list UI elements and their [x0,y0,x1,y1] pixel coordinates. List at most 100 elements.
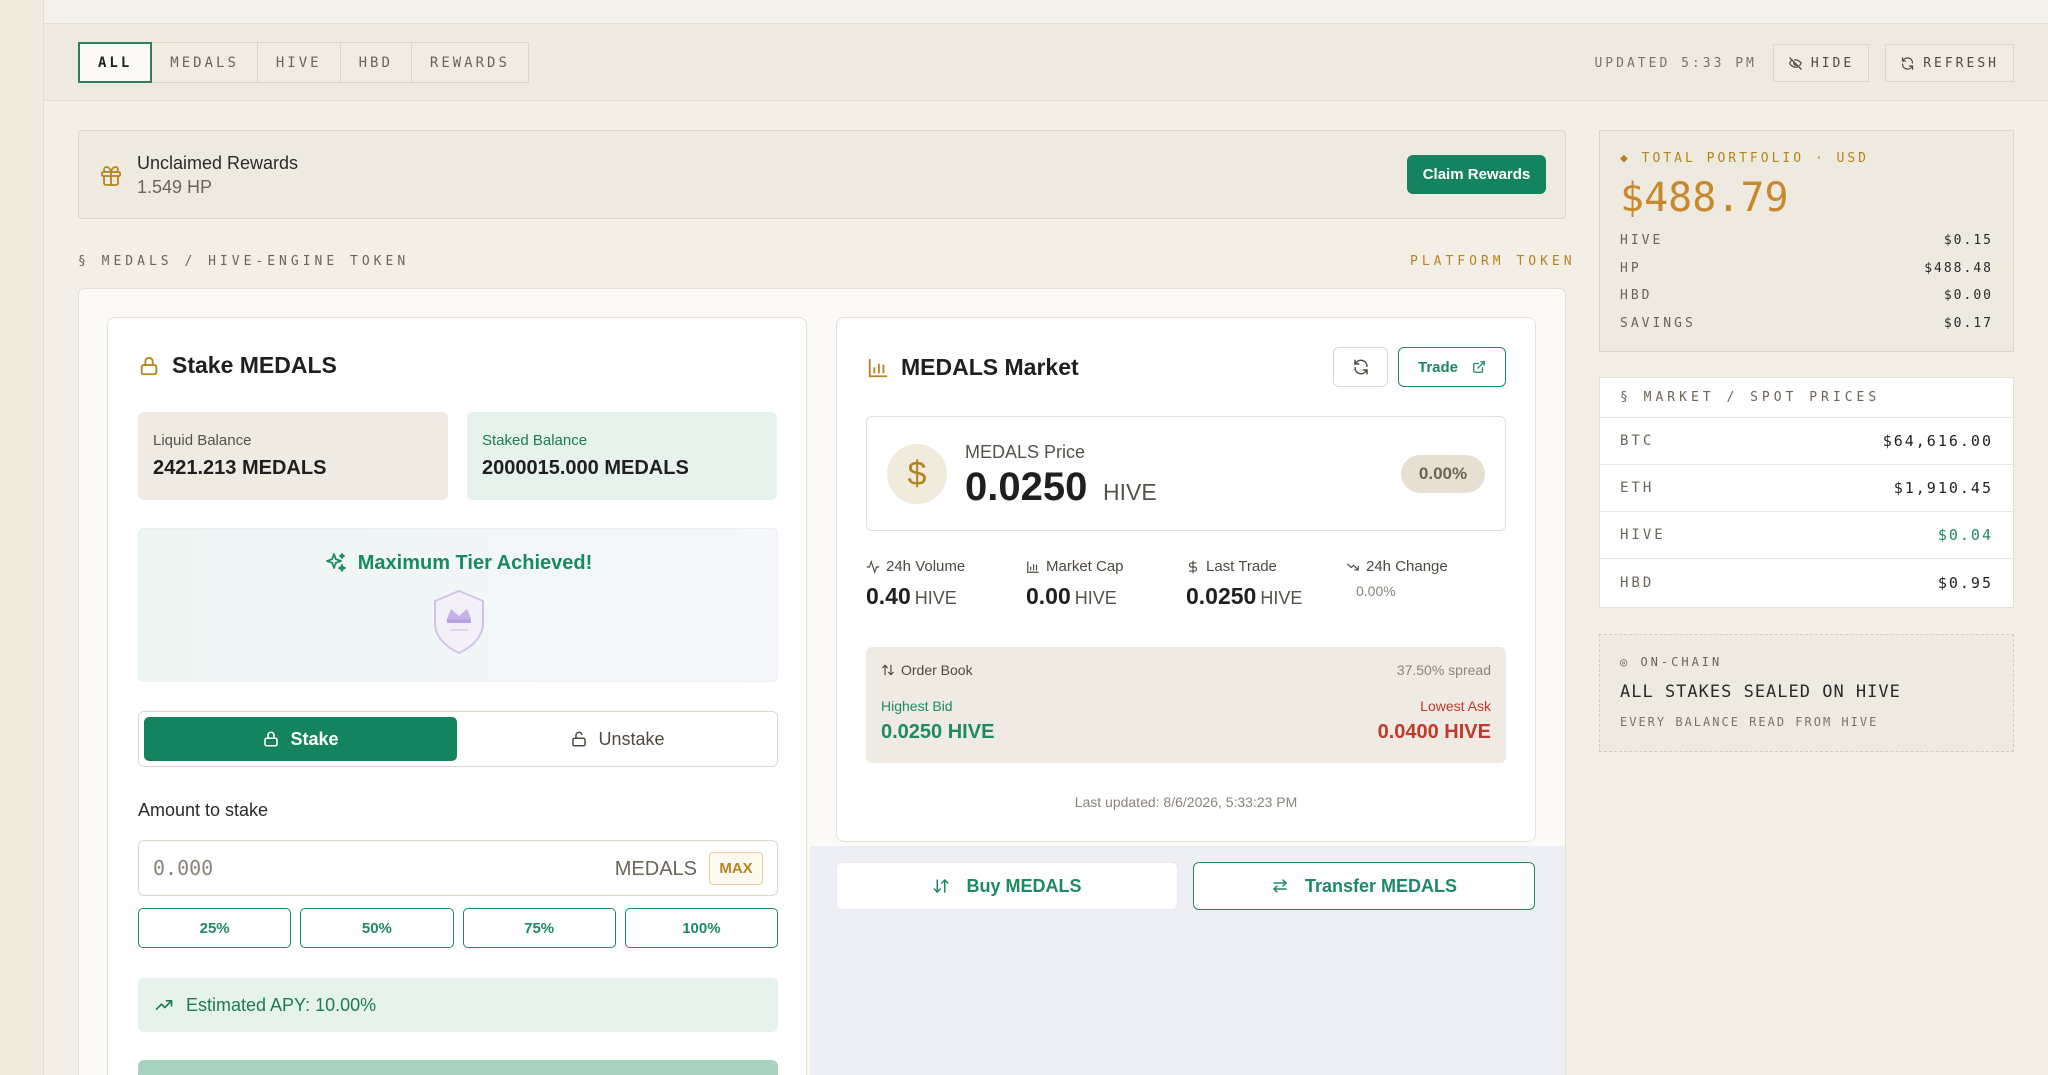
tab-medals[interactable]: MEDALS [152,43,258,82]
market-stats: 24h Volume 0.40 HIVE Market Cap 0.00 HIVE … [866,558,1506,610]
max-button[interactable]: MAX [709,852,763,885]
section-label: § MEDALS / HIVE-ENGINE TOKEN [78,254,410,269]
stat-24h-change: 24h Change 0.00% [1346,558,1506,610]
external-link-icon [1473,361,1485,373]
top-strip [44,0,2048,24]
toolbar: ALL MEDALS HIVE HBD REWARDS UPDATED 5:33… [44,24,2048,101]
tier-status: Maximum Tier Achieved! [138,528,778,682]
market-title: MEDALS Market [867,354,1079,381]
unstake-tab-label: Unstake [598,728,665,749]
tab-rewards[interactable]: REWARDS [412,43,528,82]
trade-label: Trade [1417,358,1459,376]
hide-button[interactable]: HIDE [1772,44,1870,82]
trending-down-icon [1347,563,1359,570]
liquid-balance: Liquid Balance 2421.213 MEDALS [138,412,448,500]
price-unit: HIVE [1103,479,1157,505]
sort-arrows-icon [882,664,894,676]
highest-bid-label: Highest Bid [881,698,953,714]
market-refresh-button[interactable] [1333,347,1388,387]
stat-volume-unit: HIVE [914,588,957,608]
rewards-title: Unclaimed Rewards [137,153,299,173]
refresh-icon [1902,56,1914,70]
gift-icon [101,166,121,186]
transfer-medals-button[interactable]: Transfer MEDALS [1193,862,1535,910]
portfolio-row: HIVE $0.15 [1620,233,1993,261]
stat-volume-label: 24h Volume [866,558,1026,575]
unlock-icon [572,731,587,747]
percent-75-button[interactable]: 75% [462,908,616,948]
bar-chart-icon [868,358,888,377]
spot-row-value: $1,910.45 [1893,479,1993,497]
stat-last-trade-number: 0.0250 [1186,583,1257,609]
on-chain-notice: ◎ ON-CHAIN ALL STAKES SEALED ON HIVE EVE… [1599,634,2014,752]
transfer-icon [1273,879,1287,893]
percent-50-button[interactable]: 50% [300,908,454,948]
unstake-tab[interactable]: Unstake [461,717,774,761]
estimated-apy: Estimated APY: 10.00% [138,978,778,1032]
trade-button[interactable]: Trade [1398,347,1506,387]
stat-market-cap-number: 0.00 [1026,583,1071,609]
buy-medals-button[interactable]: Buy MEDALS [836,862,1178,910]
tier-text-label: Maximum Tier Achieved! [357,551,593,574]
liquid-balance-value: 2421.213 MEDALS [153,457,327,479]
amount-field: MEDALS MAX [138,840,778,896]
spot-row-value: $64,616.00 [1882,432,1993,450]
on-chain-title: ALL STAKES SEALED ON HIVE [1620,682,1901,702]
sort-arrows-icon [933,879,949,893]
stat-last-trade-label-text: Last Trade [1206,558,1277,575]
rewards-amount: 1.549 HP [137,177,213,197]
stat-last-trade-label: Last Trade [1186,558,1346,575]
portfolio-label: ◆ TOTAL PORTFOLIO · USD [1620,151,1870,166]
tab-hive[interactable]: HIVE [258,43,341,82]
percent-100-button[interactable]: 100% [624,908,778,948]
buy-medals-label: Buy MEDALS [966,875,1082,896]
stake-submit-button[interactable] [138,1060,778,1075]
price-label: MEDALS Price [965,442,1086,462]
price-value: 0.0250 [965,465,1088,509]
tier-text: Maximum Tier Achieved! [139,551,777,575]
stake-tab[interactable]: Stake [144,717,457,761]
stat-market-cap-unit: HIVE [1074,588,1117,608]
hide-label: HIDE [1810,55,1855,71]
portfolio-total: $488.79 [1620,175,1789,221]
spot-prices: § MARKET / SPOT PRICES BTC $64,616.00 ETH… [1599,377,2014,608]
lock-icon [140,356,158,375]
staked-balance: Staked Balance 2000015.000 MEDALS [467,412,777,500]
apy-text: Estimated APY: 10.00% [186,994,377,1015]
portfolio-row: HBD $0.00 [1620,288,1993,316]
portfolio-row-name: HP [1620,260,1642,276]
amount-label: Amount to stake [138,800,269,820]
claim-rewards-button[interactable]: Claim Rewards [1407,155,1546,194]
spot-row: ETH $1,910.45 [1600,465,2013,512]
percent-25-button[interactable]: 25% [138,908,292,948]
portfolio-row-name: HIVE [1620,233,1664,248]
stake-mode-toggle: Stake Unstake [138,711,778,767]
stat-24h-change-label-text: 24h Change [1366,558,1448,575]
transfer-medals-label: Transfer MEDALS [1304,875,1458,896]
price-summary: $ MEDALS Price 0.0250 HIVE 0.00% [866,416,1506,531]
portfolio-row-name: SAVINGS [1620,315,1696,331]
spot-row-name: BTC [1620,433,1655,449]
stake-tab-label: Stake [290,728,339,749]
stat-market-cap: Market Cap 0.00 HIVE [1026,558,1186,610]
refresh-label: REFRESH [1923,55,1999,71]
total-portfolio: ◆ TOTAL PORTFOLIO · USD $488.79 HIVE $0.1… [1599,130,2014,352]
lowest-ask-value: 0.0400 HIVE [1377,721,1491,743]
portfolio-row: HP $488.48 [1620,261,1993,289]
stat-last-trade: Last Trade 0.0250 HIVE [1186,558,1346,610]
tab-all[interactable]: ALL [78,42,153,83]
dollar-icon: $ [887,444,947,504]
filter-tabs: ALL MEDALS HIVE HBD REWARDS [78,42,529,83]
portfolio-row-value: $488.48 [1924,260,1993,276]
left-rail [0,0,44,1075]
toolbar-right: UPDATED 5:33 PM HIDE REFRESH [1594,44,2014,82]
crown-badge-icon [434,589,484,655]
order-book-title: Order Book [881,662,973,678]
stat-market-cap-value: 0.00 HIVE [1026,583,1186,610]
lock-icon [264,731,279,747]
price-change-badge: 0.00% [1401,455,1485,493]
tab-hbd[interactable]: HBD [341,43,412,82]
amount-input[interactable] [153,854,553,882]
stake-title-text: Stake MEDALS [172,352,337,378]
refresh-button[interactable]: REFRESH [1885,44,2014,82]
